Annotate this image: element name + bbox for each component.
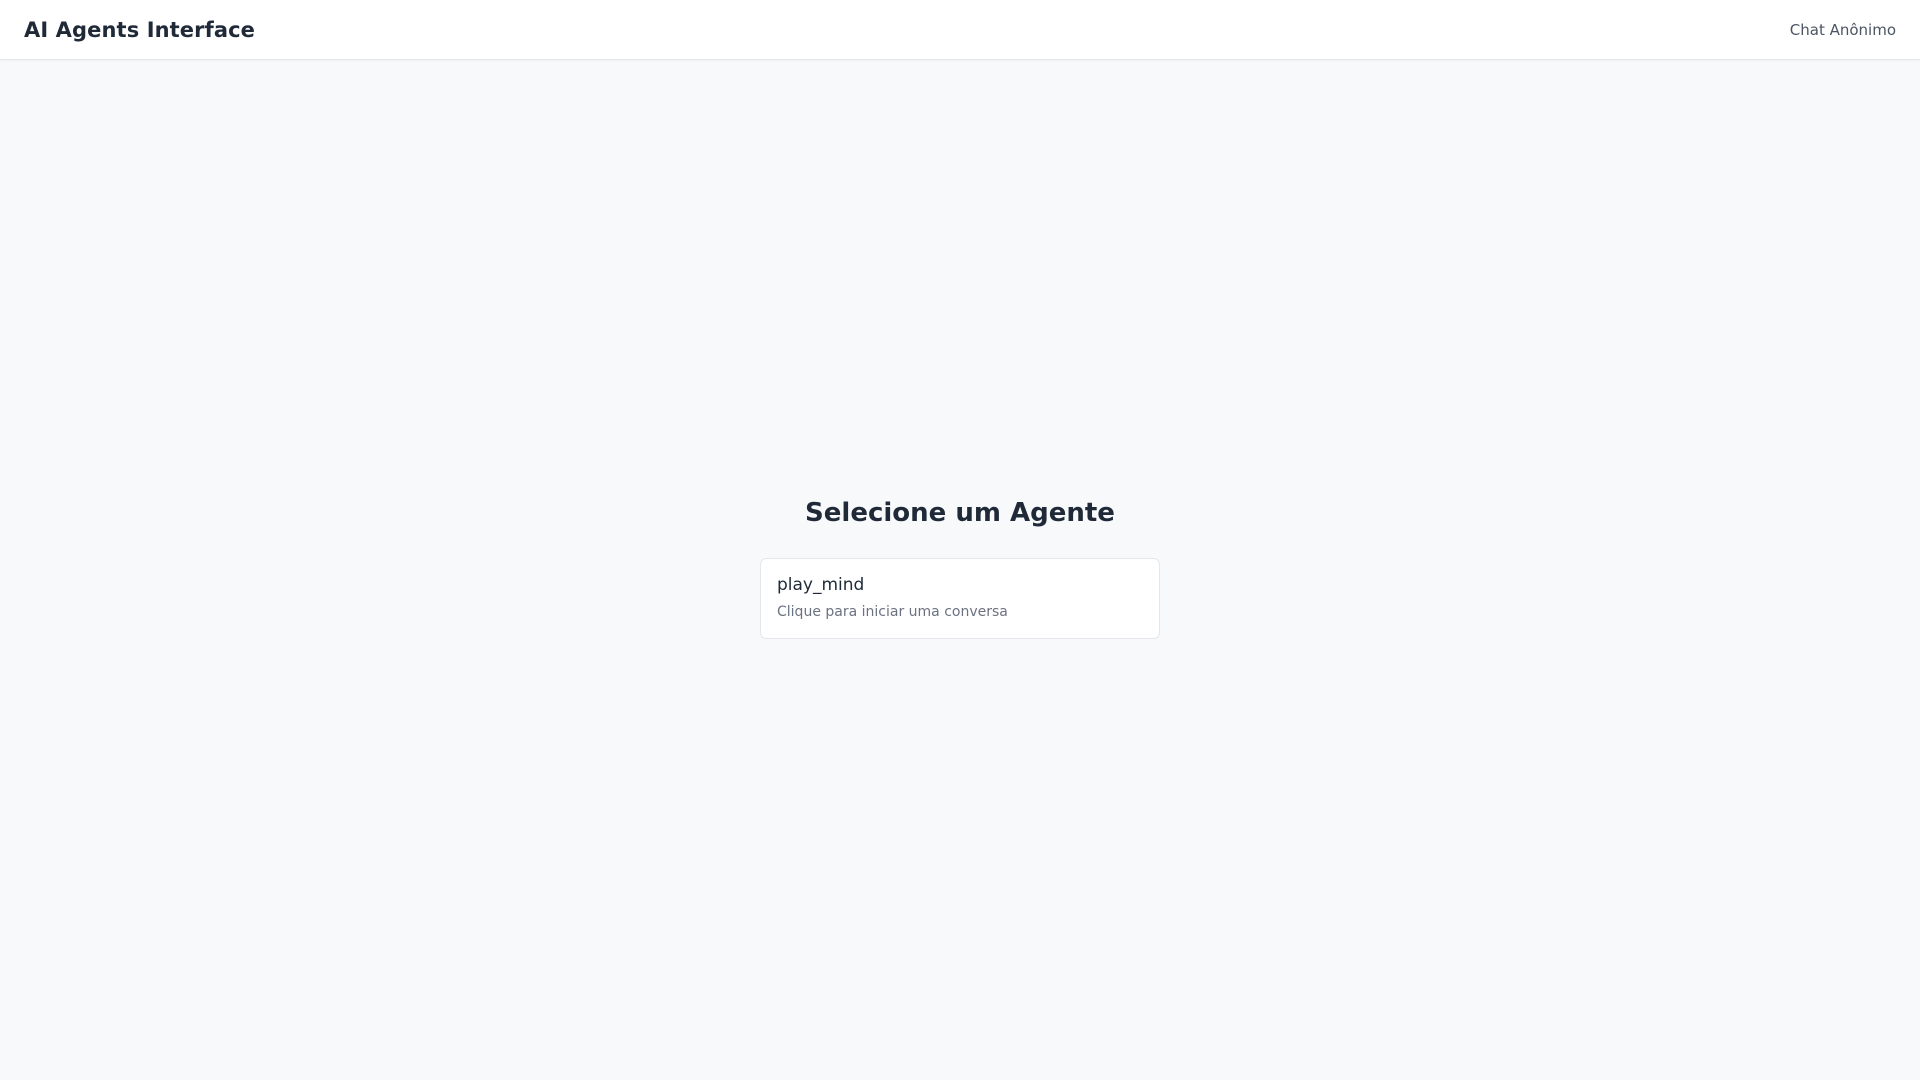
anonymous-chat-link[interactable]: Chat Anônimo xyxy=(1790,21,1896,39)
agent-description: Clique para iniciar uma conversa xyxy=(777,604,1008,620)
top-navbar: AI Agents Interface Chat Anônimo xyxy=(0,0,1920,60)
main-content: Selecione um Agente play_mind Clique par… xyxy=(0,61,1920,1080)
page-title: Selecione um Agente xyxy=(805,498,1115,528)
agent-card-play-mind[interactable]: play_mind Clique para iniciar uma conver… xyxy=(760,558,1160,639)
app-title: AI Agents Interface xyxy=(24,17,256,42)
agent-name: play_mind xyxy=(777,575,865,595)
